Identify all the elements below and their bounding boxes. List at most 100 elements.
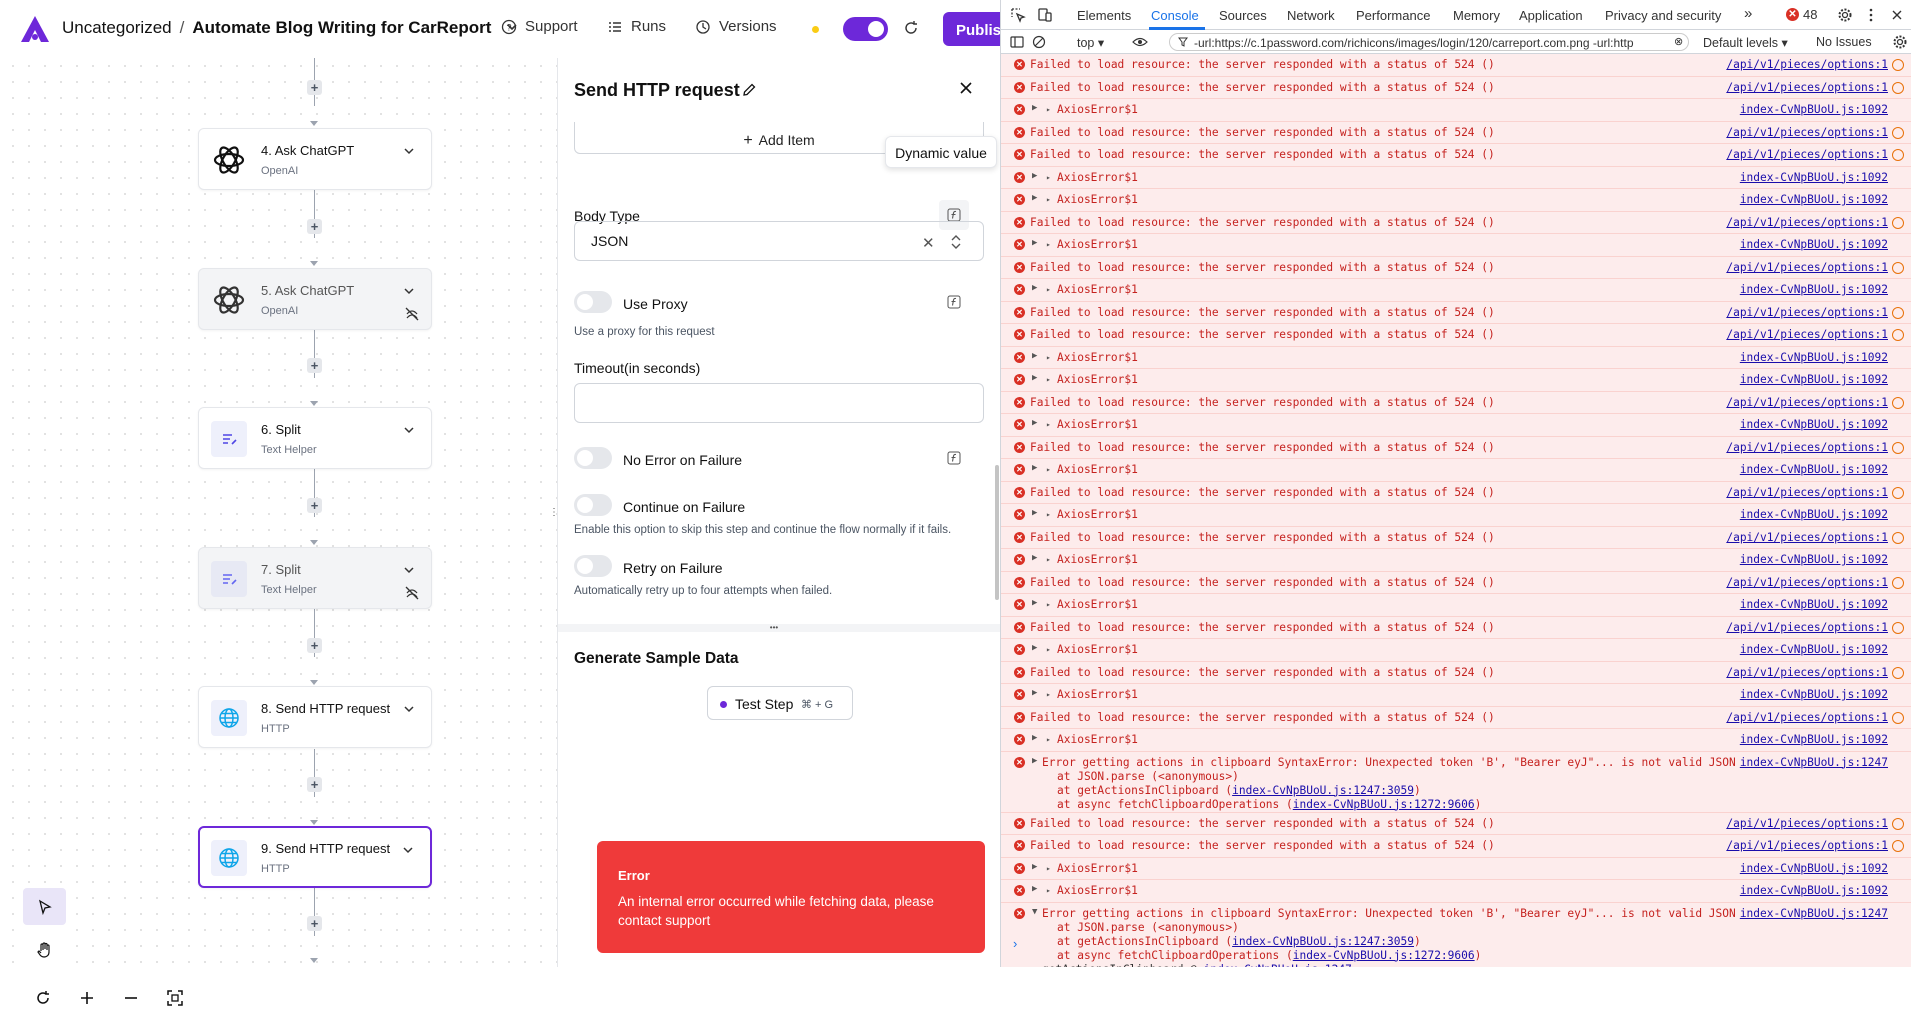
source-link[interactable]: /api/v1/pieces/options:1 xyxy=(1726,817,1888,830)
expand-triangle-icon[interactable]: ▸ xyxy=(1046,105,1051,114)
bug-icon[interactable] xyxy=(1892,216,1904,229)
console-error-row[interactable]: ✕ Failed to load resource: the server res… xyxy=(1001,54,1911,77)
expand-triangle-icon[interactable]: ▸ xyxy=(1046,735,1051,744)
step-card-7[interactable]: 7. Split Text Helper xyxy=(198,547,432,609)
eye-icon[interactable] xyxy=(1132,34,1148,50)
context-selector[interactable]: top ▾ xyxy=(1077,35,1104,50)
expand-triangle-icon[interactable]: ▸ xyxy=(1046,375,1051,384)
console-error-row[interactable]: ✕ Failed to load resource: the server res… xyxy=(1001,571,1911,594)
console-error-row[interactable]: ✕ Failed to load resource: the server res… xyxy=(1001,436,1911,459)
dynamic-value-toggle[interactable] xyxy=(939,443,969,473)
expand-triangle-icon[interactable]: ▸ xyxy=(1046,510,1051,519)
console-error-row[interactable]: ✕ ▶ ▸ AxiosError$1 index-CvNpBUoU.js:1092 xyxy=(1001,639,1911,662)
console-error-row[interactable]: ✕ ▶ ▸ AxiosError$1 index-CvNpBUoU.js:1092 xyxy=(1001,189,1911,212)
source-link[interactable]: index-CvNpBUoU.js:1092 xyxy=(1740,238,1888,251)
flow-enable-toggle[interactable] xyxy=(843,17,888,41)
source-link[interactable]: index-CvNpBUoU.js:1092 xyxy=(1740,643,1888,656)
use-proxy-toggle[interactable] xyxy=(574,291,612,313)
tab-elements[interactable]: Elements xyxy=(1077,8,1131,23)
source-link[interactable]: index-CvNpBUoU.js:1092 xyxy=(1740,418,1888,431)
bug-icon[interactable] xyxy=(1892,486,1904,499)
sidebar-toggle-icon[interactable] xyxy=(1009,34,1025,50)
expand-triangle-icon[interactable]: ▸ xyxy=(1046,555,1051,564)
source-link[interactable]: index-CvNpBUoU.js:1092 xyxy=(1740,463,1888,476)
body-type-select[interactable]: JSON ✕ xyxy=(574,221,984,261)
console-error-row[interactable]: ✕ ▶ ▸ AxiosError$1 index-CvNpBUoU.js:1092 xyxy=(1001,549,1911,572)
stack-link[interactable]: index-CvNpBUoU.js:1247:3059 xyxy=(1232,935,1414,948)
console-error-row[interactable]: ✕ ▶ ▸ AxiosError$1 index-CvNpBUoU.js:1092 xyxy=(1001,346,1911,369)
tab-console[interactable]: Console xyxy=(1151,8,1199,23)
console-clipboard-error-row[interactable]: ✕ ▼ Error getting actions in clipboard Syn… xyxy=(1001,902,1911,967)
console-error-row[interactable]: ✕ Failed to load resource: the server res… xyxy=(1001,661,1911,684)
step-card-6[interactable]: 6. Split Text Helper xyxy=(198,407,432,469)
expand-triangle-icon[interactable]: ▶ xyxy=(1032,598,1037,608)
breadcrumb-folder[interactable]: Uncategorized xyxy=(62,18,172,37)
more-tabs-button[interactable]: » xyxy=(1744,5,1752,22)
activepieces-logo-icon[interactable] xyxy=(20,15,50,43)
chevron-down-icon[interactable] xyxy=(403,145,415,157)
expand-triangle-icon[interactable]: ▸ xyxy=(1046,173,1051,182)
source-link[interactable]: index-CvNpBUoU.js:1092 xyxy=(1740,193,1888,206)
versions-button[interactable]: Versions xyxy=(695,18,777,35)
add-step-button[interactable]: + xyxy=(307,358,322,373)
expand-triangle-icon[interactable]: ▶ xyxy=(1032,171,1037,181)
expand-triangle-icon[interactable]: ▶ xyxy=(1032,283,1037,293)
expand-triangle-icon[interactable]: ▸ xyxy=(1046,600,1051,609)
clear-console-icon[interactable] xyxy=(1031,34,1047,50)
console-error-row[interactable]: ✕ ▶ ▸ AxiosError$1 index-CvNpBUoU.js:1092 xyxy=(1001,857,1911,880)
source-link[interactable]: /api/v1/pieces/options:1 xyxy=(1726,216,1888,229)
add-step-button[interactable]: + xyxy=(307,916,322,931)
console-error-row[interactable]: ✕ ▶ ▸ AxiosError$1 index-CvNpBUoU.js:1092 xyxy=(1001,234,1911,257)
console-error-row[interactable]: ✕ Failed to load resource: the server res… xyxy=(1001,835,1911,858)
expand-triangle-icon[interactable]: ▶ xyxy=(1032,238,1037,248)
expand-triangle-icon[interactable]: ▶ xyxy=(1032,351,1037,361)
console-error-row[interactable]: ✕ Failed to load resource: the server res… xyxy=(1001,812,1911,835)
source-link[interactable]: /api/v1/pieces/options:1 xyxy=(1726,396,1888,409)
console-error-row[interactable]: ✕ ▶ ▸ AxiosError$1 index-CvNpBUoU.js:1092 xyxy=(1001,369,1911,392)
chevron-down-icon[interactable] xyxy=(402,844,414,856)
expand-triangle-icon[interactable]: ▸ xyxy=(1046,285,1051,294)
test-step-button[interactable]: Test Step ⌘ + G xyxy=(707,686,853,720)
chevron-down-icon[interactable] xyxy=(403,285,415,297)
expand-triangle-icon[interactable]: ▶ xyxy=(1032,643,1037,653)
bug-icon[interactable] xyxy=(1892,126,1904,139)
console-prompt[interactable]: › xyxy=(1013,936,1017,951)
source-link[interactable]: /api/v1/pieces/options:1 xyxy=(1726,486,1888,499)
device-toolbar-icon[interactable] xyxy=(1037,7,1053,23)
console-error-row[interactable]: ✕ Failed to load resource: the server res… xyxy=(1001,391,1911,414)
console-error-row[interactable]: ✕ Failed to load resource: the server res… xyxy=(1001,76,1911,99)
source-link[interactable]: /api/v1/pieces/options:1 xyxy=(1726,81,1888,94)
source-link[interactable]: index-CvNpBUoU.js:1092 xyxy=(1740,283,1888,296)
source-link[interactable]: /api/v1/pieces/options:1 xyxy=(1726,839,1888,852)
source-link[interactable]: /api/v1/pieces/options:1 xyxy=(1726,306,1888,319)
clear-filter-icon[interactable]: ⊗ xyxy=(1674,35,1683,48)
expand-triangle-icon[interactable]: ▶ xyxy=(1032,463,1037,473)
console-error-row[interactable]: ✕ ▶ ▸ AxiosError$1 index-CvNpBUoU.js:1092 xyxy=(1001,279,1911,302)
continue-on-failure-toggle[interactable] xyxy=(574,494,612,516)
console-error-row[interactable]: ✕ ▶ ▸ AxiosError$1 index-CvNpBUoU.js:1092 xyxy=(1001,880,1911,903)
select-mode-button[interactable] xyxy=(23,888,66,925)
expand-triangle-icon[interactable]: ▸ xyxy=(1046,465,1051,474)
step-card-4[interactable]: 4. Ask ChatGPT OpenAI xyxy=(198,128,432,190)
pencil-icon[interactable] xyxy=(741,82,757,98)
console-error-row[interactable]: ✕ ▶ ▸ AxiosError$1 index-CvNpBUoU.js:1092 xyxy=(1001,684,1911,707)
expand-triangle-icon[interactable]: ▶ xyxy=(1032,373,1037,383)
kebab-menu-icon[interactable] xyxy=(1863,7,1879,23)
inspect-element-icon[interactable] xyxy=(1010,7,1026,23)
stack-link[interactable]: index-CvNpBUoU.js:1272:9606 xyxy=(1293,949,1475,962)
bug-icon[interactable] xyxy=(1892,711,1904,724)
tab-privacy-security[interactable]: Privacy and security xyxy=(1605,8,1721,23)
step-card-5[interactable]: 5. Ask ChatGPT OpenAI xyxy=(198,268,432,330)
expand-triangle-icon[interactable]: ▶ xyxy=(1032,733,1037,743)
stack-link[interactable]: index-CvNpBUoU.js:1247:3059 xyxy=(1232,784,1414,797)
source-link[interactable]: index-CvNpBUoU.js:1247 xyxy=(1740,907,1888,920)
flow-name[interactable]: Automate Blog Writing for CarReport xyxy=(192,18,491,37)
source-link[interactable]: /api/v1/pieces/options:1 xyxy=(1726,711,1888,724)
console-clipboard-error-row[interactable]: ✕ ▶ Error getting actions in clipboard Syn… xyxy=(1001,751,1911,813)
expand-triangle-icon[interactable]: ▶ xyxy=(1032,862,1037,872)
expand-triangle-icon[interactable]: ▸ xyxy=(1046,353,1051,362)
console-messages[interactable]: ✕ Failed to load resource: the server res… xyxy=(1001,54,1911,967)
console-filter-input[interactable]: -url:https://c.1password.com/richicons/i… xyxy=(1169,33,1689,51)
console-error-row[interactable]: ✕ Failed to load resource: the server res… xyxy=(1001,256,1911,279)
source-link[interactable]: index-CvNpBUoU.js:1092 xyxy=(1740,688,1888,701)
